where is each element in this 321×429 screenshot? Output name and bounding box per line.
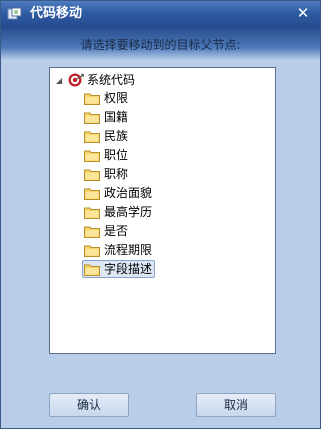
close-icon[interactable]: ✕ [292,3,314,23]
tree-item-label: 职称 [104,167,129,181]
tree-item-label: 最高学历 [104,205,153,219]
tree-item-label: 国籍 [104,110,129,124]
folder-icon [84,131,100,143]
window-title: 代码移动 [30,6,83,21]
tree-item[interactable]: 最高学历 [82,203,155,221]
tree-children: 权限 国籍 民族 职位 职称 政治面貌 最高学历 是否 流程期限 字段描述 [82,89,156,279]
tree-item[interactable]: 国籍 [82,108,131,126]
folder-icon [84,226,100,238]
folder-icon [84,245,100,257]
target-icon [68,73,84,87]
tree-item[interactable]: 民族 [82,127,131,145]
cancel-button[interactable]: 取消 [196,393,276,417]
confirm-button[interactable]: 确认 [49,393,129,417]
folder-icon [84,188,100,200]
tree-root-label: 系统代码 [87,73,136,87]
tree-item-label: 政治面貌 [104,186,153,200]
tree-item-label: 流程期限 [104,243,153,257]
folder-icon [84,169,100,181]
collapse-icon[interactable]: ◢ [56,76,65,85]
folder-icon [84,207,100,219]
app-icon [7,7,22,20]
folder-icon [84,93,100,105]
folder-icon [84,264,100,276]
folder-icon [84,112,100,124]
title-bar[interactable]: 代码移动 ✕ [1,1,320,28]
node-tree[interactable]: ◢ 系统代码 权限 国籍 民族 职位 职称 政治面貌 最高学历 是否 流程期限 … [49,67,276,354]
tree-item-selected[interactable]: 字段描述 [82,260,156,278]
tree-item[interactable]: 职位 [82,146,131,164]
tree-item-label: 民族 [104,129,129,143]
tree-item-label: 职位 [104,148,129,162]
tree-root-node[interactable]: ◢ 系统代码 [56,71,135,89]
tree-item[interactable]: 政治面貌 [82,184,155,202]
tree-item[interactable]: 流程期限 [82,241,155,259]
tree-item-label: 字段描述 [104,262,153,276]
tree-item-label: 是否 [104,224,129,238]
instruction-text: 请选择要移动到的目标父节点: [80,38,241,52]
tree-item-label: 权限 [104,91,129,105]
tree-item[interactable]: 权限 [82,89,131,107]
tree-item[interactable]: 职称 [82,165,131,183]
code-move-dialog: 代码移动 ✕ 请选择要移动到的目标父节点: ◢ 系统代码 权限 国籍 民族 职位… [0,0,321,429]
folder-icon [84,150,100,162]
tree-item[interactable]: 是否 [82,222,131,240]
